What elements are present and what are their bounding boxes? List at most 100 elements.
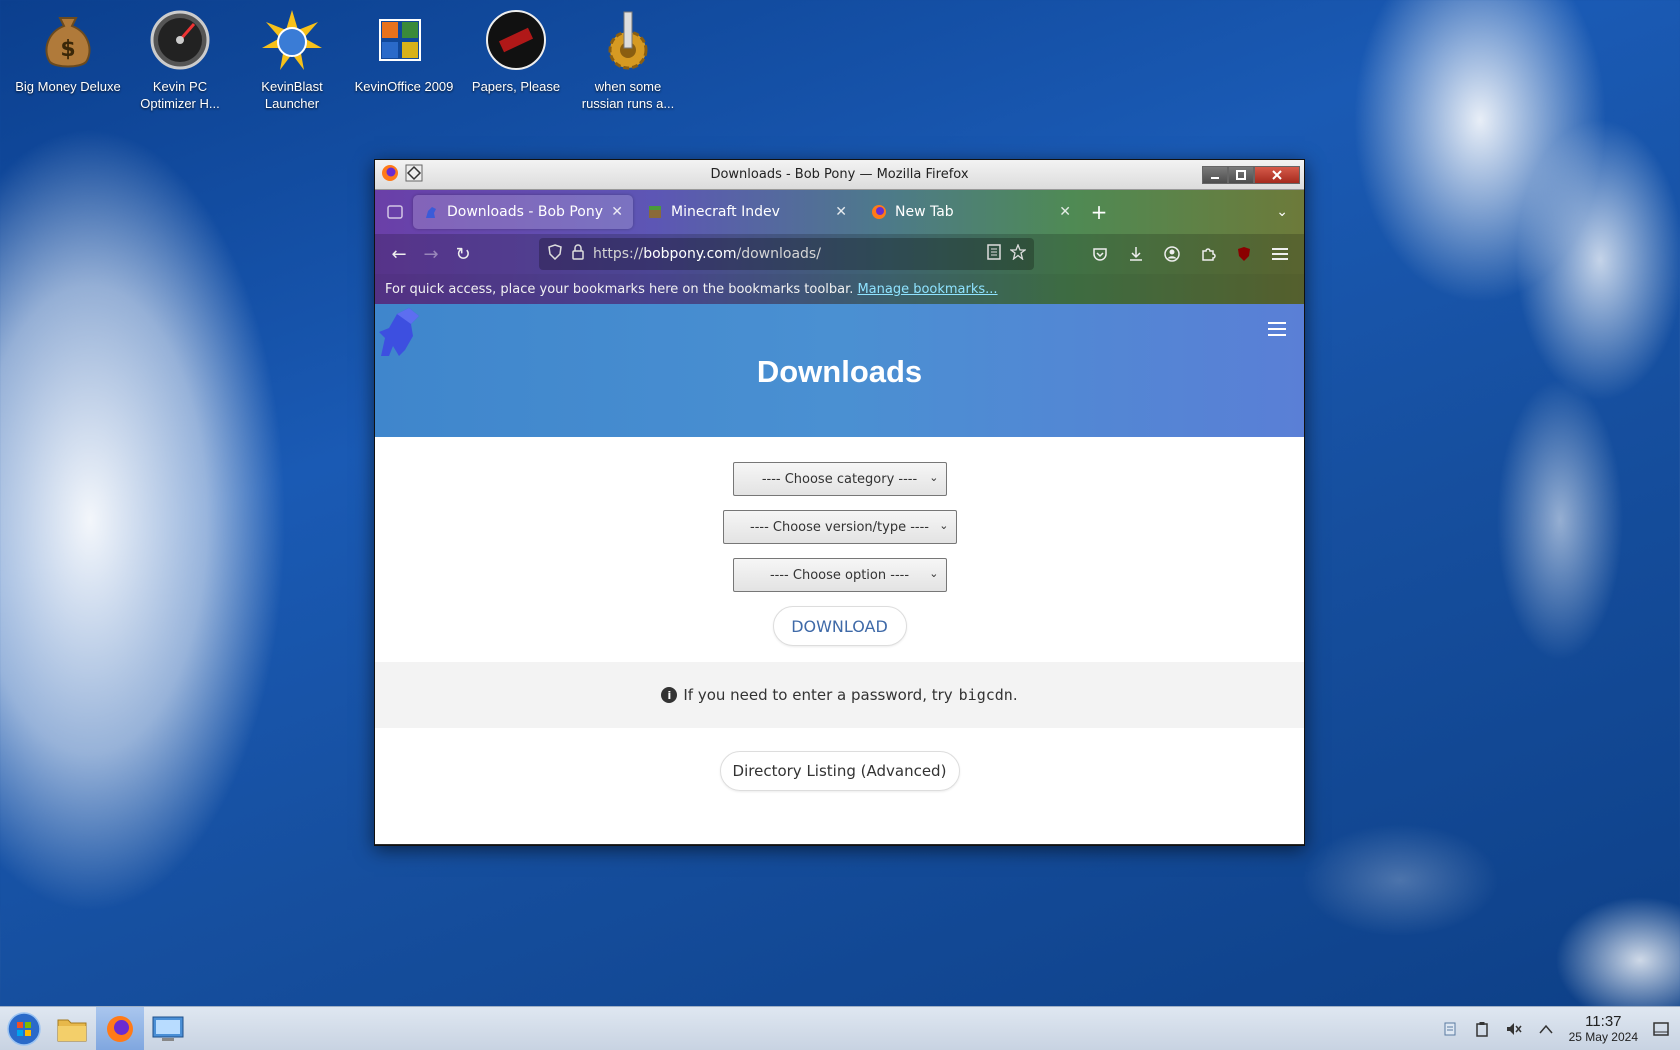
pocket-icon [1093,248,1107,261]
tab-downloads-bob-pony[interactable]: Downloads - Bob Pony ✕ [413,195,633,229]
puzzle-piece-icon [1202,248,1216,261]
list-all-tabs-button[interactable]: ⌄ [1276,204,1288,220]
tab-close-icon[interactable]: ✕ [611,204,623,220]
downloads-button[interactable] [1120,238,1152,270]
download-icon [1130,247,1142,261]
firefox-view-button[interactable] [381,198,409,226]
folder-icon [57,1019,87,1041]
tab-minecraft-indev[interactable]: Minecraft Indev ✕ [637,195,857,229]
option-select[interactable]: ---- Choose option ---- ⌄ [732,558,947,592]
arrow-right-icon: → [423,243,439,265]
chevron-down-icon: ⌄ [1276,204,1288,220]
bookmarks-toolbar-message: For quick access, place your bookmarks h… [385,281,854,297]
taskbar-file-manager[interactable] [48,1007,96,1050]
account-button[interactable] [1156,238,1188,270]
category-select-value: ---- Choose category ---- [761,471,918,487]
maximize-icon [1236,169,1246,180]
url-bar[interactable]: https://bobpony.com/downloads/ [539,238,1034,270]
minimize-icon [1211,176,1219,179]
url-path: /downloads/ [736,246,821,262]
desktop-icon-kevinoffice-2009[interactable]: KevinOffice 2009 [348,8,460,112]
desktop-icon-label: when some russian runs a... [581,79,675,111]
back-button[interactable]: ← [383,238,415,270]
reload-button[interactable]: ↻ [447,238,479,270]
taskbar-system-settings[interactable] [144,1007,192,1050]
download-button[interactable]: DOWNLOAD [772,606,907,646]
url-host: bobpony.com [643,246,737,262]
blast-globe-icon [260,8,324,72]
desktop-icon-label: Big Money Deluxe [15,79,121,94]
page-content: Downloads ---- Choose category ---- ⌄ --… [375,304,1304,844]
gear-icon [596,8,660,72]
hamburger-menu-icon [1272,248,1288,260]
chevron-down-icon: ⌄ [929,567,939,580]
option-select-value: ---- Choose option ---- [769,567,910,583]
url-text[interactable]: https://bobpony.com/downloads/ [593,246,978,262]
tab-label: Downloads - Bob Pony [447,204,604,220]
start-button[interactable] [0,1007,48,1050]
clock-date: 25 May 2024 [1568,1029,1638,1044]
url-prefix: https:// [593,246,644,262]
firefox-icon[interactable] [381,164,399,186]
speedometer-icon [148,8,212,72]
clipboard-tray-icon[interactable] [1473,1020,1491,1038]
password-notice-suffix: . [1012,686,1018,704]
clock-time: 11:37 [1585,1012,1622,1030]
download-form: ---- Choose category ---- ⌄ ---- Choose … [375,437,1304,646]
minimize-button[interactable] [1202,165,1228,184]
desktop-icon-papers-please[interactable]: Papers, Please [460,8,572,112]
desktop-icon-big-money-deluxe[interactable]: $ Big Money Deluxe [12,8,124,112]
show-hidden-icons-chevron-up-icon[interactable] [1537,1020,1555,1038]
tracking-protection-shield-icon[interactable] [547,244,563,264]
taskbar-firefox[interactable] [96,1006,144,1050]
clock[interactable]: 11:37 25 May 2024 [1568,1012,1638,1044]
volume-muted-icon[interactable] [1505,1020,1523,1038]
tab-close-icon[interactable]: ✕ [835,204,847,220]
desktop-icon-label: KevinBlast Launcher [261,79,323,111]
forward-button[interactable]: → [415,238,447,270]
desktop-icon-label: Kevin PC Optimizer H... [140,79,220,111]
desktop-icon-kevin-pc-optimizer[interactable]: Kevin PC Optimizer H... [124,8,236,112]
tab-label: New Tab [895,204,954,220]
svg-text:$: $ [60,37,75,62]
page-title: Downloads [756,354,923,389]
desktop-icon-kevinblast-launcher[interactable]: KevinBlast Launcher [236,8,348,112]
ublock-origin-button[interactable] [1228,238,1260,270]
pocket-button[interactable] [1084,238,1116,270]
reload-icon: ↻ [455,243,471,265]
notes-tray-icon[interactable] [1441,1020,1459,1038]
office-icon [372,8,436,72]
maximize-button[interactable] [1228,165,1254,184]
category-select[interactable]: ---- Choose category ---- ⌄ [732,462,947,496]
windows-start-icon [7,1011,41,1046]
directory-listing-button[interactable]: Directory Listing (Advanced) [719,751,960,791]
papers-please-icon [484,8,548,72]
close-button[interactable] [1254,165,1300,184]
manage-bookmarks-link[interactable]: Manage bookmarks... [857,282,997,297]
window-titlebar[interactable]: Downloads - Bob Pony — Mozilla Firefox [375,160,1304,190]
desktop-icon-when-some-russian[interactable]: when some russian runs a... [572,8,684,112]
app-menu-button[interactable] [1264,238,1296,270]
reader-view-icon[interactable] [986,244,1002,264]
lock-icon[interactable] [571,244,585,264]
system-tray: 11:37 25 May 2024 [1441,1012,1670,1044]
chevron-down-icon: ⌄ [929,471,939,484]
tab-close-icon[interactable]: ✕ [1059,204,1071,220]
bob-pony-logo-icon[interactable] [375,306,423,360]
plus-icon: + [1090,200,1108,224]
close-icon [1272,169,1282,180]
tab-new-tab[interactable]: New Tab ✕ [861,195,1081,229]
version-type-select[interactable]: ---- Choose version/type ---- ⌄ [722,510,957,544]
password-value: bigcdn [958,686,1013,704]
notifications-icon[interactable] [1652,1020,1670,1038]
bookmark-star-icon[interactable] [1009,243,1027,264]
navigation-toolbar: ← → ↻ https://bobpony.com/downloads/ [375,234,1304,274]
extensions-button[interactable] [1192,238,1224,270]
keep-above-icon[interactable] [405,164,423,186]
page-header: Downloads [375,304,1304,437]
info-icon: i [661,687,678,703]
taskbar: 11:37 25 May 2024 [0,1006,1680,1050]
money-bag-icon: $ [36,8,100,72]
site-menu-button[interactable] [1268,322,1286,340]
new-tab-button[interactable]: + [1085,200,1113,224]
